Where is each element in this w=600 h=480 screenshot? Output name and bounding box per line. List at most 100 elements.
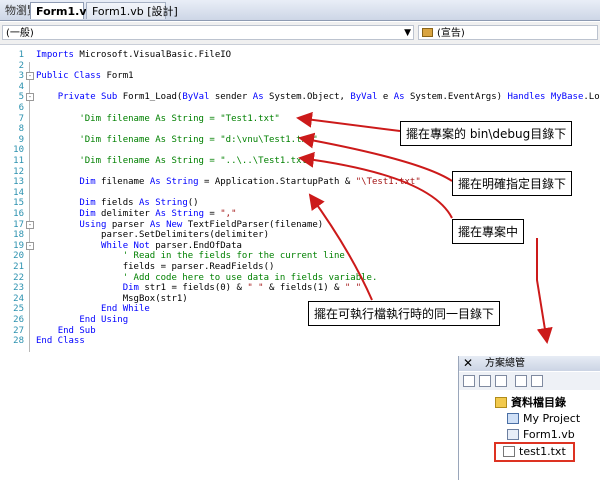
- folder-icon: [495, 397, 507, 408]
- line-number: 20: [13, 251, 24, 262]
- code-token: As String: [138, 198, 188, 209]
- code-token: End Sub: [57, 325, 96, 336]
- view-designer-icon[interactable]: [531, 375, 543, 387]
- code-token: ",": [220, 209, 237, 219]
- code-text: 'Dim filename As String = "..\..\Test1.t…: [36, 156, 312, 166]
- code-token: End Using: [79, 315, 129, 325]
- code-token: 'Dim filename As String = "Test1.txt": [36, 113, 280, 124]
- code-token: str1 = fields(0) &: [144, 283, 248, 294]
- code-token: =: [209, 209, 221, 219]
- line-number: 16: [13, 209, 24, 219]
- code-token: sender: [214, 92, 253, 103]
- form-icon: [507, 429, 519, 440]
- code-text: MsgBox(str1): [36, 294, 188, 304]
- tree-item-data-folder[interactable]: 資料檔目錄: [495, 396, 566, 410]
- code-token: Form1: [106, 71, 134, 82]
- code-token: parser.SetDelimiters(delimiter): [36, 230, 269, 241]
- solution-explorer-title: 方案總管: [485, 358, 525, 369]
- tab-form1-design[interactable]: Form1.vb [設計]: [86, 2, 178, 19]
- tree-item-my-project[interactable]: My Project: [507, 412, 580, 426]
- method-name-dropdown[interactable]: (宣告): [418, 25, 598, 40]
- line-number: 21: [13, 262, 24, 272]
- code-token: As New: [149, 219, 188, 230]
- show-all-files-icon[interactable]: [479, 375, 491, 387]
- line-number: 24: [13, 293, 24, 304]
- code-navigation-bar: (一般) ▼ (宣告): [0, 22, 600, 45]
- annotation-explicit-dir: 擺在明確指定目錄下: [452, 171, 573, 196]
- line-number: 8: [18, 124, 24, 135]
- code-token: Dim: [79, 209, 102, 219]
- code-text: fields = parser.ReadFields(): [36, 262, 275, 272]
- line-number: 23: [13, 283, 24, 294]
- code-token: Private Sub: [57, 92, 123, 103]
- code-token: Form1_Load(: [122, 92, 183, 103]
- annotation-bin-debug: 擺在專案的 bin\debug目錄下: [400, 121, 573, 146]
- code-text: While Not parser.EndOfData: [36, 241, 242, 251]
- code-token: fields = parser.ReadFields(): [36, 262, 275, 272]
- code-token: MsgBox(str1): [36, 293, 188, 304]
- code-token: As: [252, 92, 270, 103]
- code-token: parser.EndOfData: [155, 240, 242, 251]
- code-token: As String: [155, 209, 210, 219]
- code-token: filename: [101, 177, 150, 188]
- code-token: Using: [79, 219, 112, 230]
- code-token: TextFieldParser(filename): [187, 219, 324, 230]
- line-number: 26: [13, 315, 24, 325]
- line-number: 4: [18, 81, 24, 92]
- code-token: e: [382, 92, 394, 103]
- solution-explorer-panel: ✕ 方案總管 資料檔目錄 My Project Form1.vb test1.t…: [458, 356, 600, 480]
- tab-form1-code[interactable]: Form1.vb: [30, 2, 94, 19]
- line-number: 2: [18, 60, 24, 71]
- code-token: As: [393, 92, 410, 103]
- code-editor[interactable]: 1 Imports Microsoft.VisualBasic.FileIO 2 3-…: [0, 46, 600, 356]
- code-token: " ": [247, 283, 264, 294]
- code-token: & fields(1) &: [263, 283, 345, 294]
- view-code-icon[interactable]: [515, 375, 527, 387]
- code-token: ' Read in the fields for the current lin…: [36, 251, 345, 262]
- project-icon: [507, 413, 519, 424]
- tree-item-form1[interactable]: Form1.vb: [507, 428, 575, 442]
- code-token: Imports: [36, 50, 80, 60]
- line-number: 18: [13, 230, 24, 241]
- solution-explorer-titlebar: ✕ 方案總管: [459, 356, 600, 371]
- code-text: Dim delimiter As String = ",": [36, 209, 237, 219]
- collapse-icon[interactable]: -: [26, 220, 34, 229]
- class-name-dropdown[interactable]: (一般) ▼: [2, 25, 414, 40]
- line-number: 11: [13, 156, 24, 166]
- code-token: Dim: [79, 177, 102, 188]
- code-token: Handles MyBase: [507, 92, 584, 103]
- method-name-value: (宣告): [437, 28, 465, 39]
- tree-item-test1-txt[interactable]: test1.txt: [494, 442, 575, 462]
- code-token: " ": [344, 283, 362, 294]
- code-text: End Sub: [36, 326, 96, 336]
- collapse-icon[interactable]: -: [26, 72, 34, 81]
- class-name-value: (一般): [6, 28, 34, 39]
- code-text: ' Read in the fields for the current lin…: [36, 251, 345, 261]
- code-text: parser.SetDelimiters(delimiter): [36, 230, 269, 240]
- properties-icon[interactable]: [463, 375, 475, 387]
- code-text: End Class: [36, 336, 85, 346]
- line-number: 27: [13, 325, 24, 336]
- code-text: ' Add code here to use data in fields va…: [36, 273, 378, 283]
- collapse-icon[interactable]: -: [26, 93, 34, 102]
- code-token: (): [187, 198, 199, 209]
- declarations-icon: [422, 28, 433, 37]
- close-icon[interactable]: ✕: [463, 356, 473, 371]
- line-number: 14: [13, 187, 24, 198]
- code-text: Dim str1 = fields(0) & " " & fields(1) &…: [36, 283, 361, 293]
- code-text: Private Sub Form1_Load(ByVal sender As S…: [36, 92, 600, 102]
- line-number: 1: [18, 50, 24, 60]
- code-token: parser: [111, 219, 150, 230]
- outline-gutter: [29, 62, 30, 352]
- collapse-icon[interactable]: -: [26, 241, 34, 250]
- line-number: 22: [13, 272, 24, 283]
- line-number: 3: [18, 71, 24, 82]
- tree-item-label: test1.txt: [519, 445, 566, 458]
- refresh-icon[interactable]: [495, 375, 507, 387]
